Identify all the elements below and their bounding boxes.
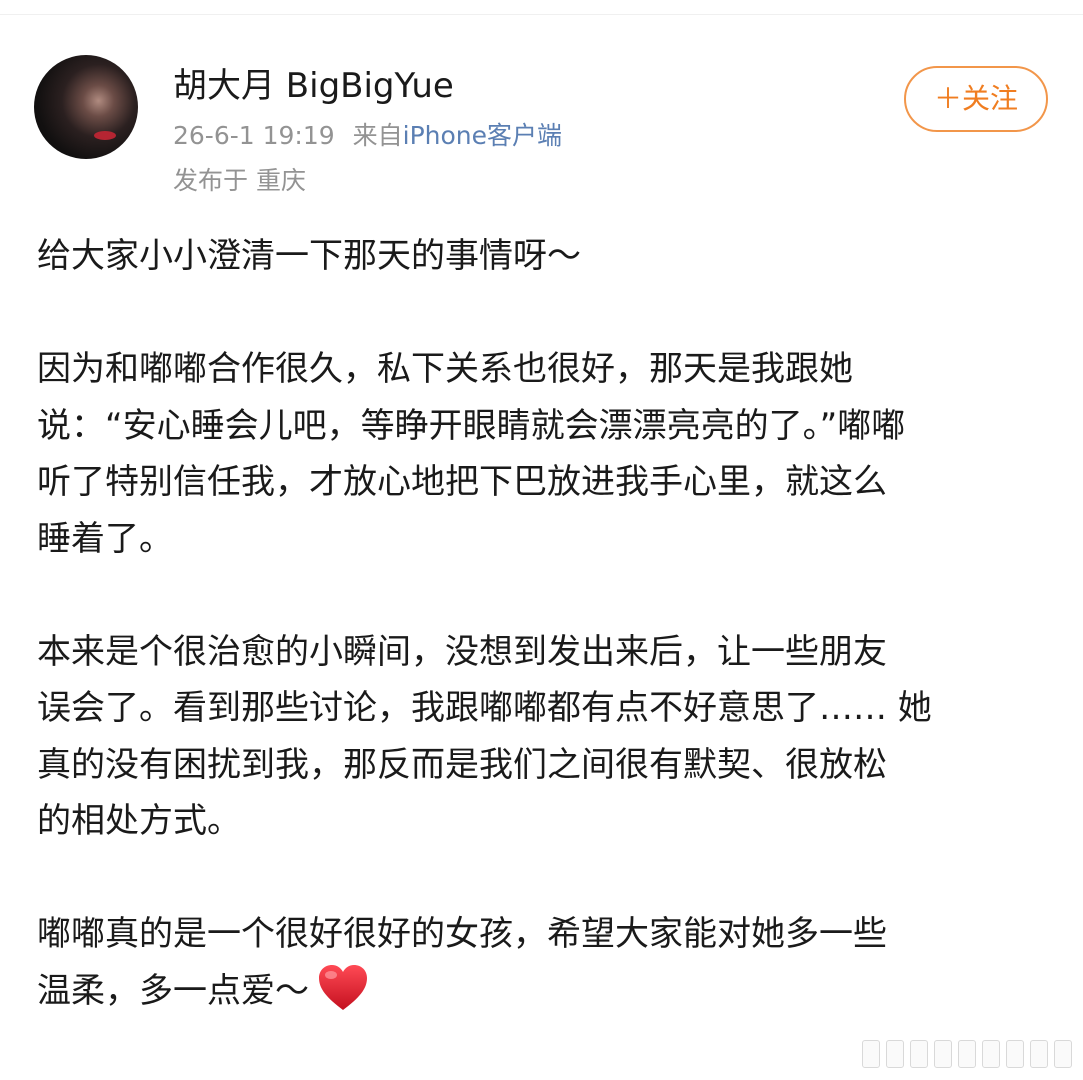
source-client-link[interactable]: iPhone客户端 [403,121,562,150]
avatar-photo-detail [94,131,116,140]
post-meta: 26-6-1 19:19 来自iPhone客户端 [173,118,562,154]
avatar[interactable] [34,55,138,159]
source-prefix: 来自 [352,121,403,150]
thumbnail-slot [1054,1040,1072,1068]
post-text-line: 给大家小小澄清一下那天的事情呀～ [37,236,581,276]
thumbnail-slot [1030,1040,1048,1068]
post-location: 发布于 重庆 [173,166,306,195]
thumbnail-slot [958,1040,976,1068]
thumbnail-slot [982,1040,1000,1068]
thumbnail-slot [862,1040,880,1068]
post-text-line: 睡着了。 [37,518,173,559]
top-divider [0,14,1083,15]
post-text-line: 因为和嘟嘟合作很久，私下关系也很好，那天是我跟她 [37,349,853,389]
image-thumbnail-strip [862,1040,1072,1068]
thumbnail-slot [886,1040,904,1068]
post-text-line: 的相处方式。 [37,801,241,841]
post-text-line: 真的没有困扰到我，那反而是我们之间很有默契、很放松 [37,744,887,785]
post-text-line: 本来是个很治愈的小瞬间，没想到发出来后，让一些朋友 [37,631,887,672]
red-heart-icon [317,963,369,1013]
post-text-line: 说：“安心睡会儿吧，等睁开眼睛就会漂漂亮亮的了。”嘟嘟 [37,405,906,446]
post-timestamp: 26-6-1 19:19 [173,121,335,150]
post-text-line: 听了特别信任我，才放心地把下巴放进我手心里，就这么 [37,462,887,502]
follow-button[interactable]: ＋关注 [904,66,1048,132]
post-text-line: 误会了。看到那些讨论，我跟嘟嘟都有点不好意思了…… 她 [37,688,932,728]
post-text-line-last: 温柔，多一点爱～ [37,963,1047,1020]
post-content: 给大家小小澄清一下那天的事情呀～ 因为和嘟嘟合作很久，私下关系也很好，那天是我跟… [37,228,1047,1019]
thumbnail-slot [934,1040,952,1068]
post-text-line: 嘟嘟真的是一个很好很好的女孩，希望大家能对她多一些 [37,914,887,954]
thumbnail-slot [910,1040,928,1068]
thumbnail-slot [1006,1040,1024,1068]
author-name[interactable]: 胡大月 BigBigYue [173,64,454,108]
post-text-fragment: 温柔，多一点爱～ [37,970,309,1011]
